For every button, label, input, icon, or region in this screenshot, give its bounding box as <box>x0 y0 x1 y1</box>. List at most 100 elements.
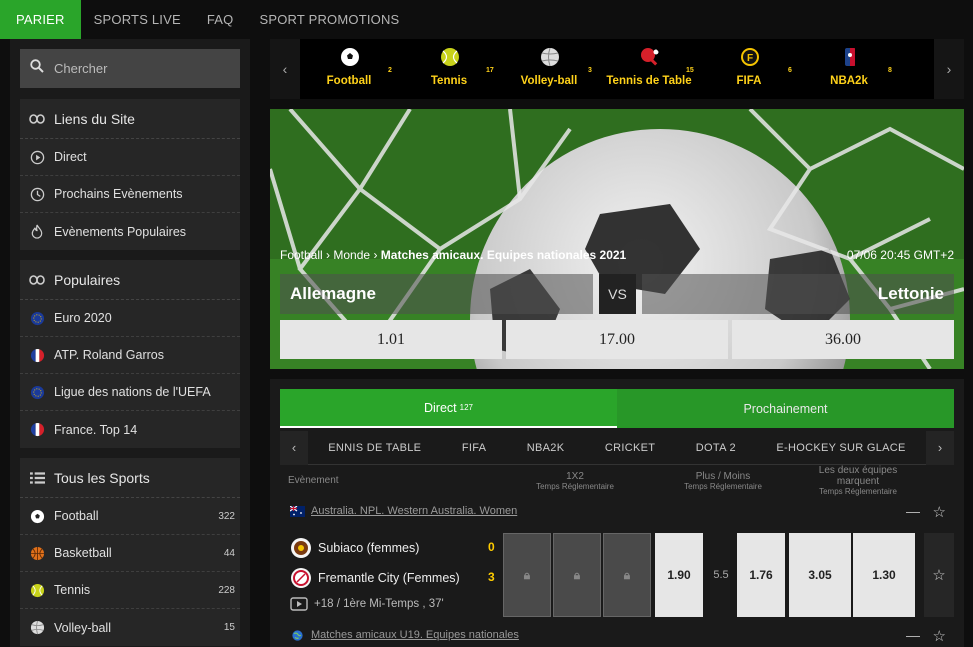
odd-under-button[interactable]: 1.76 <box>737 533 785 617</box>
odd-over-button[interactable]: 1.90 <box>655 533 703 617</box>
featured-match-banner: Football › Monde › Matches amicaux. Equi… <box>270 109 964 369</box>
column-1x2-sub: Temps Réglementaire <box>536 482 614 491</box>
sport-count: 322 <box>218 510 235 522</box>
sidebar-item-roland-garros[interactable]: ATP. Roland Garros <box>20 337 240 374</box>
column-1x2: 1X2 Temps Réglementaire <box>520 471 630 491</box>
eu-flag-icon <box>20 385 54 400</box>
sport-tab-table-tennis[interactable]: Tennis de Table 15 <box>604 45 694 95</box>
football-icon <box>341 48 359 66</box>
sidebar-item-label: Volley-ball <box>54 620 111 635</box>
sidebar-item-football[interactable]: Football 322 <box>20 498 240 535</box>
search-box <box>20 49 240 88</box>
australia-flag-icon <box>290 505 305 517</box>
carousel-next-button[interactable]: › <box>934 39 964 99</box>
league-header[interactable]: Australia. NPL. Western Australia. Women <box>290 505 517 517</box>
sport-tab-count: 17 <box>486 67 494 74</box>
favorite-star-icon[interactable]: ☆ <box>924 533 954 617</box>
table-tennis-icon <box>641 48 659 66</box>
search-input[interactable] <box>54 61 224 76</box>
football-icon <box>20 509 54 524</box>
site-links-block: Liens du Site Direct Prochains Evènement… <box>20 99 240 250</box>
search-icon <box>20 59 54 78</box>
subnav-item-ehockey[interactable]: E-HOCKEY SUR GLACE <box>776 442 905 454</box>
video-play-icon[interactable] <box>290 597 308 611</box>
lock-icon: 🔒︎ <box>623 567 631 582</box>
lock-icon: 🔒︎ <box>573 567 581 582</box>
tab-sports-live[interactable]: SPORTS LIVE <box>81 0 194 39</box>
carousel-prev-button[interactable]: ‹ <box>270 39 300 99</box>
lock-icon: 🔒︎ <box>523 567 531 582</box>
sport-tab-label: NBA2k <box>830 75 868 87</box>
all-sports-header: Tous les Sports <box>20 458 240 498</box>
breadcrumb-region[interactable]: Monde <box>333 248 370 262</box>
odd-draw-button[interactable]: 17.00 <box>506 320 728 359</box>
sport-tab-football[interactable]: Football 2 <box>304 45 394 95</box>
site-links-title: Liens du Site <box>54 110 135 127</box>
eu-flag-icon <box>20 311 54 326</box>
sidebar-item-label: Tennis <box>54 583 91 597</box>
column-btts-label: Les deux équipes marquent <box>818 465 898 487</box>
sport-tab-label: FIFA <box>736 75 762 87</box>
tab-direct-count: 127 <box>459 403 473 412</box>
subnav-prev-button[interactable]: ‹ <box>280 430 308 465</box>
sidebar: Liens du Site Direct Prochains Evènement… <box>10 39 250 647</box>
tennis-ball-icon <box>20 583 54 598</box>
collapse-icon[interactable]: — <box>906 627 920 643</box>
sidebar-item-label: Basketball <box>54 546 112 560</box>
sport-tab-count: 15 <box>686 67 694 74</box>
sidebar-item-next-events[interactable]: Prochains Evènements <box>20 176 240 213</box>
popular-header: Populaires <box>20 260 240 300</box>
popular-title: Populaires <box>54 271 121 288</box>
odd-away-button[interactable]: 36.00 <box>732 320 954 359</box>
sidebar-item-label: Football <box>54 509 99 523</box>
sidebar-item-popular-events[interactable]: Evènements Populaires <box>20 213 240 250</box>
odd-btts-no-button[interactable]: 1.30 <box>853 533 915 617</box>
subnav-item-nba2k[interactable]: NBA2K <box>527 442 565 454</box>
team-score-home: 0 <box>488 540 495 554</box>
favorite-star-icon[interactable]: ☆ <box>933 503 946 521</box>
sidebar-item-basketball[interactable]: Basketball 44 <box>20 535 240 572</box>
france-flag-icon <box>20 422 54 437</box>
nba-logo-icon <box>845 48 855 66</box>
all-sports-title: Tous les Sports <box>54 469 150 486</box>
subnav-items: ENNIS DE TABLE FIFA NBA2K CRICKET DOTA 2… <box>308 442 926 454</box>
basketball-icon <box>20 546 54 561</box>
sidebar-item-direct[interactable]: Direct <box>20 139 240 176</box>
odd-locked-x: 🔒︎ <box>553 533 601 617</box>
team-row-away: Fremantle City (Femmes) <box>290 567 460 589</box>
tab-sport-promotions[interactable]: SPORT PROMOTIONS <box>246 0 412 39</box>
sport-tab-tennis[interactable]: Tennis 17 <box>404 45 494 95</box>
sidebar-item-label: ATP. Roland Garros <box>54 348 165 362</box>
tab-prochainement[interactable]: Prochainement <box>617 389 954 428</box>
sidebar-item-nations-league[interactable]: Ligue des nations de l'UEFA <box>20 374 240 411</box>
sidebar-item-volleyball[interactable]: Volley-ball 15 <box>20 609 240 646</box>
tab-direct[interactable]: Direct 127 <box>280 389 617 428</box>
subnav-item-fifa[interactable]: FIFA <box>462 442 486 454</box>
breadcrumb-separator: › <box>326 248 331 262</box>
sport-tab-volleyball[interactable]: Volley-ball 3 <box>504 45 594 95</box>
sidebar-item-top-14[interactable]: France. Top 14 <box>20 411 240 448</box>
sport-tab-nba2k[interactable]: NBA2k 8 <box>804 45 894 95</box>
sport-count: 228 <box>218 584 235 596</box>
league-header[interactable]: Matches amicaux U19. Equipes nationales <box>290 629 519 641</box>
subnav-item-dota2[interactable]: DOTA 2 <box>696 442 736 454</box>
events-panel: Direct 127 Prochainement ‹ ENNIS DE TABLE… <box>270 379 964 647</box>
breadcrumb-sport[interactable]: Football <box>280 248 323 262</box>
odd-home-button[interactable]: 1.01 <box>280 320 502 359</box>
subnav-item-table-tennis[interactable]: ENNIS DE TABLE <box>328 442 421 454</box>
team-score-away: 3 <box>488 570 495 584</box>
breadcrumb-competition[interactable]: Matches amicaux. Equipes nationales 2021 <box>381 248 626 262</box>
favorite-star-icon[interactable]: ☆ <box>933 627 946 645</box>
sidebar-item-tennis[interactable]: Tennis 228 <box>20 572 240 609</box>
sidebar-item-euro-2020[interactable]: Euro 2020 <box>20 300 240 337</box>
tab-parier[interactable]: PARIER <box>0 0 81 39</box>
sidebar-item-label: France. Top 14 <box>54 422 138 437</box>
collapse-icon[interactable]: — <box>906 503 920 519</box>
league-name: Matches amicaux U19. Equipes nationales <box>311 629 519 641</box>
sport-tab-fifa[interactable]: F FIFA 6 <box>704 45 794 95</box>
tab-faq[interactable]: FAQ <box>194 0 247 39</box>
subnav-next-button[interactable]: › <box>926 430 954 465</box>
subnav-item-cricket[interactable]: CRICKET <box>605 442 655 454</box>
sport-tab-count: 3 <box>588 67 592 74</box>
odd-btts-yes-button[interactable]: 3.05 <box>789 533 851 617</box>
